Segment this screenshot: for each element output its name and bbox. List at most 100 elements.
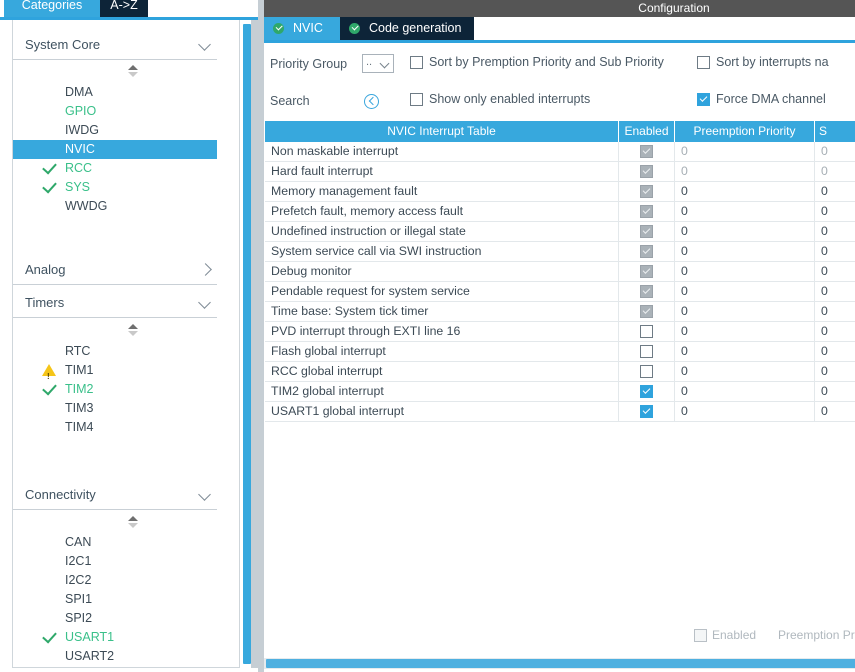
spinner-down-icon[interactable] xyxy=(128,331,138,336)
spinner-up-icon[interactable] xyxy=(128,324,138,329)
sub-priority-cell[interactable]: 0 xyxy=(815,402,855,421)
enabled-cell[interactable] xyxy=(619,362,675,381)
peripheral-item-rcc[interactable]: RCC xyxy=(13,159,217,178)
peripheral-item-usart2[interactable]: USART2 xyxy=(13,647,217,666)
preemption-priority-cell[interactable]: 0 xyxy=(675,262,815,281)
enabled-cell[interactable] xyxy=(619,342,675,361)
sub-priority-cell[interactable]: 0 xyxy=(815,342,855,361)
peripheral-item-sys[interactable]: SYS xyxy=(13,178,217,197)
column-header-name[interactable]: NVIC Interrupt Table xyxy=(265,121,619,142)
preemption-priority-cell[interactable]: 0 xyxy=(675,382,815,401)
preemption-priority-cell[interactable]: 0 xyxy=(675,342,815,361)
spinner-up-icon[interactable] xyxy=(128,516,138,521)
enabled-cell[interactable] xyxy=(619,182,675,201)
sub-priority-cell[interactable]: 0 xyxy=(815,242,855,261)
priority-group-select[interactable]: .. xyxy=(362,54,394,73)
sub-priority-cell[interactable]: 0 xyxy=(815,302,855,321)
sub-priority-cell[interactable]: 0 xyxy=(815,182,855,201)
table-row[interactable]: Pendable request for system service 0 0 xyxy=(265,282,855,302)
enabled-checkbox[interactable] xyxy=(640,405,653,418)
peripheral-item-tim4[interactable]: TIM4 xyxy=(13,418,217,437)
table-row[interactable]: System service call via SWI instruction … xyxy=(265,242,855,262)
preemption-priority-cell[interactable]: 0 xyxy=(675,402,815,421)
enabled-cell[interactable] xyxy=(619,242,675,261)
group-header-connectivity[interactable]: Connectivity xyxy=(13,482,217,510)
show-only-enabled-checkbox[interactable] xyxy=(410,93,423,106)
sub-priority-cell[interactable]: 0 xyxy=(815,362,855,381)
table-row[interactable]: Flash global interrupt 0 0 xyxy=(265,342,855,362)
column-header-enabled[interactable]: Enabled xyxy=(619,121,675,142)
table-row[interactable]: Prefetch fault, memory access fault 0 0 xyxy=(265,202,855,222)
sub-priority-cell[interactable]: 0 xyxy=(815,222,855,241)
peripheral-item-spi2[interactable]: SPI2 xyxy=(13,609,217,628)
sort-by-interrupt-names-checkbox[interactable] xyxy=(697,56,710,69)
enabled-cell[interactable] xyxy=(619,382,675,401)
table-row[interactable]: USART1 global interrupt 0 0 xyxy=(265,402,855,422)
preemption-priority-cell[interactable]: 0 xyxy=(675,302,815,321)
peripheral-item-tim1[interactable]: TIM1 xyxy=(13,361,217,386)
peripheral-item-gpio[interactable]: GPIO xyxy=(13,102,217,121)
scroll-spinner-timers[interactable] xyxy=(125,323,141,339)
preemption-priority-cell[interactable]: 0 xyxy=(675,222,815,241)
preemption-priority-cell[interactable]: 0 xyxy=(675,162,815,181)
sub-priority-cell[interactable]: 0 xyxy=(815,202,855,221)
peripheral-item-i2c1[interactable]: I2C1 xyxy=(13,552,217,571)
enabled-cell[interactable] xyxy=(619,142,675,161)
enabled-cell[interactable] xyxy=(619,282,675,301)
sub-priority-cell[interactable]: 0 xyxy=(815,162,855,181)
categories-scrollbar-thumb[interactable] xyxy=(243,24,251,664)
table-row[interactable]: Hard fault interrupt 0 0 xyxy=(265,162,855,182)
table-row[interactable]: RCC global interrupt 0 0 xyxy=(265,362,855,382)
peripheral-item-can[interactable]: CAN xyxy=(13,533,217,552)
column-header-sub-priority[interactable]: S xyxy=(815,121,855,142)
table-row[interactable]: Debug monitor 0 0 xyxy=(265,262,855,282)
sub-priority-cell[interactable]: 0 xyxy=(815,382,855,401)
sub-priority-cell[interactable]: 0 xyxy=(815,282,855,301)
spinner-up-icon[interactable] xyxy=(128,65,138,70)
peripheral-item-usart3[interactable]: USART3 xyxy=(13,666,217,667)
scroll-spinner-system-core[interactable] xyxy=(125,64,141,80)
table-row[interactable]: PVD interrupt through EXTI line 16 0 0 xyxy=(265,322,855,342)
sub-priority-cell[interactable]: 0 xyxy=(815,322,855,341)
force-dma-channel-checkbox[interactable] xyxy=(697,93,710,106)
peripheral-item-nvic[interactable]: NVIC xyxy=(13,140,217,159)
table-row[interactable]: Memory management fault 0 0 xyxy=(265,182,855,202)
sub-priority-cell[interactable]: 0 xyxy=(815,262,855,281)
peripheral-item-i2c2[interactable]: I2C2 xyxy=(13,571,217,590)
enabled-cell[interactable] xyxy=(619,322,675,341)
preemption-priority-cell[interactable]: 0 xyxy=(675,142,815,161)
table-row[interactable]: Time base: System tick timer 0 0 xyxy=(265,302,855,322)
enabled-cell[interactable] xyxy=(619,202,675,221)
enabled-checkbox[interactable] xyxy=(640,385,653,398)
sub-priority-cell[interactable]: 0 xyxy=(815,142,855,161)
group-header-timers[interactable]: Timers xyxy=(13,290,217,318)
peripheral-item-spi1[interactable]: SPI1 xyxy=(13,590,217,609)
peripheral-item-rtc[interactable]: RTC xyxy=(13,342,217,361)
table-row[interactable]: Undefined instruction or illegal state 0… xyxy=(265,222,855,242)
peripheral-item-tim2[interactable]: TIM2 xyxy=(13,380,217,399)
peripheral-item-usart1[interactable]: USART1 xyxy=(13,628,217,647)
peripheral-item-tim3[interactable]: TIM3 xyxy=(13,399,217,418)
tab-code-generation[interactable]: Code generation xyxy=(340,17,474,40)
enabled-cell[interactable] xyxy=(619,222,675,241)
table-row[interactable]: Non maskable interrupt 0 0 xyxy=(265,142,855,162)
spinner-down-icon[interactable] xyxy=(128,523,138,528)
enabled-cell[interactable] xyxy=(619,302,675,321)
preemption-priority-cell[interactable]: 0 xyxy=(675,242,815,261)
enabled-checkbox[interactable] xyxy=(640,345,653,358)
spinner-down-icon[interactable] xyxy=(128,72,138,77)
tab-a-to-z[interactable]: A->Z xyxy=(100,0,148,17)
peripheral-item-iwdg[interactable]: IWDG xyxy=(13,121,217,140)
horizontal-scrollbar-thumb[interactable] xyxy=(266,659,855,668)
enabled-checkbox[interactable] xyxy=(640,365,653,378)
enabled-cell[interactable] xyxy=(619,162,675,181)
group-header-analog[interactable]: Analog xyxy=(13,257,217,285)
preemption-priority-cell[interactable]: 0 xyxy=(675,282,815,301)
column-header-preemption-priority[interactable]: Preemption Priority xyxy=(675,121,815,142)
tab-nvic[interactable]: NVIC xyxy=(264,17,340,40)
peripheral-item-dma[interactable]: DMA xyxy=(13,83,217,102)
table-row[interactable]: TIM2 global interrupt 0 0 xyxy=(265,382,855,402)
tab-categories[interactable]: Categories xyxy=(4,0,100,17)
sort-by-preemption-checkbox[interactable] xyxy=(410,56,423,69)
scroll-spinner-connectivity[interactable] xyxy=(125,515,141,531)
